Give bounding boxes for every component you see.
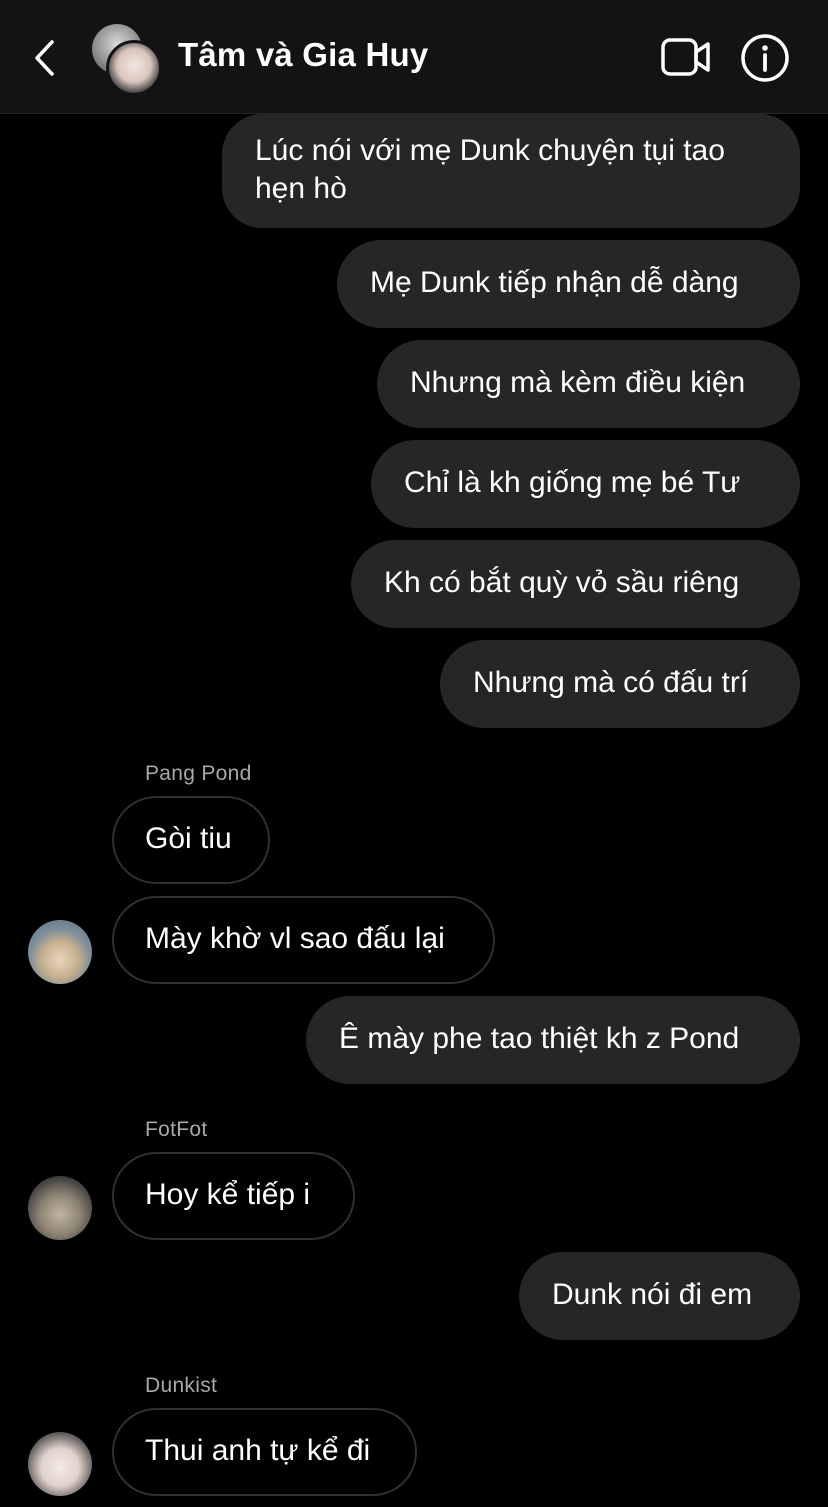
outgoing-message[interactable]: Ê mày phe tao thiệt kh z Pond xyxy=(306,996,800,1084)
chat-title[interactable]: Tâm và Gia Huy xyxy=(178,36,428,74)
incoming-message[interactable]: Hoy kể tiếp i xyxy=(112,1152,355,1240)
incoming-message[interactable]: Mày khờ vl sao đấu lại xyxy=(112,896,495,984)
info-button[interactable] xyxy=(740,33,790,83)
sender-name: FotFot xyxy=(145,1118,208,1141)
chat-header: Tâm và Gia Huy xyxy=(0,0,828,114)
back-button[interactable] xyxy=(30,36,60,80)
info-icon xyxy=(741,34,789,82)
sender-name: Pang Pond xyxy=(145,762,252,785)
video-call-button[interactable] xyxy=(660,36,712,78)
incoming-message[interactable]: Thui anh tự kể đi xyxy=(112,1408,417,1496)
incoming-message[interactable]: Gòi tiu xyxy=(112,796,270,884)
outgoing-message[interactable]: Mẹ Dunk tiếp nhận dễ dàng xyxy=(337,240,800,328)
outgoing-message[interactable]: Chỉ là kh giống mẹ bé Tư xyxy=(371,440,800,528)
sender-avatar[interactable] xyxy=(28,1176,92,1240)
group-avatar[interactable] xyxy=(90,24,162,96)
outgoing-message[interactable]: Nhưng mà có đấu trí xyxy=(440,640,800,728)
member-avatar xyxy=(106,40,162,96)
outgoing-message[interactable]: Nhưng mà kèm điều kiện xyxy=(377,340,800,428)
outgoing-message[interactable]: Dunk nói đi em xyxy=(519,1252,800,1340)
sender-name: Dunkist xyxy=(145,1374,218,1397)
chevron-left-icon xyxy=(35,40,54,76)
video-camera-icon xyxy=(661,38,710,76)
outgoing-message[interactable]: Lúc nói với mẹ Dunk chuyện tụi tao hẹn h… xyxy=(222,114,800,228)
sender-avatar[interactable] xyxy=(28,1432,92,1496)
outgoing-message[interactable]: Kh có bắt quỳ vỏ sầu riêng xyxy=(351,540,800,628)
sender-avatar[interactable] xyxy=(28,920,92,984)
